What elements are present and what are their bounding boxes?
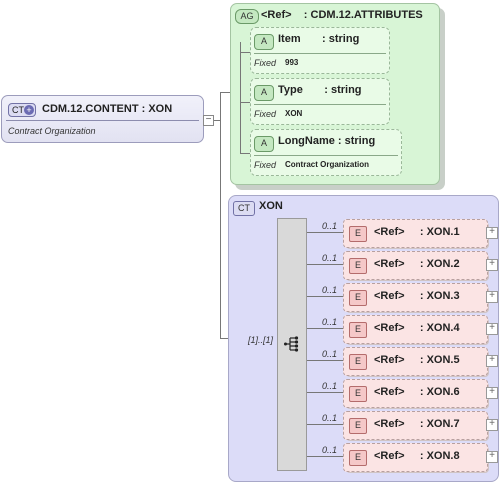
expand-plus-icon[interactable]: + <box>486 227 498 239</box>
element-badge: E <box>349 418 367 434</box>
attribute-group-badge: AG <box>235 9 259 24</box>
element-badge: E <box>349 354 367 370</box>
divider <box>6 120 199 121</box>
expand-plus-icon[interactable]: + <box>486 323 498 335</box>
connector-line <box>220 92 230 93</box>
connector-line <box>307 328 343 329</box>
element-badge: E <box>349 386 367 402</box>
connector-line <box>240 102 250 103</box>
connector-line <box>240 52 250 53</box>
element-multiplicity: 0..1 <box>322 349 338 359</box>
element-badge: E <box>349 290 367 306</box>
element-xon-7[interactable]: E <Ref> : XON.7 <box>343 411 488 440</box>
attribute-item[interactable]: A Item : string Fixed 993 <box>250 27 390 74</box>
element-badge: E <box>349 226 367 242</box>
connector-line <box>307 424 343 425</box>
root-type-name: CDM.12.CONTENT : XON <box>42 103 173 115</box>
expand-plus-icon[interactable]: + <box>486 451 498 463</box>
root-complex-type[interactable]: CT + CDM.12.CONTENT : XON Contract Organ… <box>1 95 204 143</box>
attribute-badge: A <box>254 34 274 50</box>
element-xon-5[interactable]: E <Ref> : XON.5 <box>343 347 488 376</box>
element-name: <Ref> : XON.4 <box>374 322 460 334</box>
expand-plus-icon[interactable]: + <box>486 419 498 431</box>
element-badge: E <box>349 450 367 466</box>
element-multiplicity: 0..1 <box>322 317 338 327</box>
element-name: <Ref> : XON.2 <box>374 258 460 270</box>
expand-plus-icon[interactable]: + <box>486 291 498 303</box>
attribute-longname[interactable]: A LongName : string Fixed Contract Organ… <box>250 129 402 176</box>
element-xon-3[interactable]: E <Ref> : XON.3 <box>343 283 488 312</box>
connector-line <box>220 92 221 338</box>
element-multiplicity: 0..1 <box>322 253 338 263</box>
connector-line <box>307 232 343 233</box>
element-multiplicity: 0..1 <box>322 381 338 391</box>
sequence-multiplicity: [1]..[1] <box>248 335 274 345</box>
element-name: <Ref> : XON.7 <box>374 418 460 430</box>
element-multiplicity: 0..1 <box>322 285 338 295</box>
divider <box>254 155 398 156</box>
element-multiplicity: 0..1 <box>322 445 338 455</box>
attribute-name: LongName : string <box>278 135 376 147</box>
attribute-badge: A <box>254 85 274 101</box>
element-badge: E <box>349 258 367 274</box>
element-name: <Ref> : XON.5 <box>374 354 460 366</box>
collapse-toggle[interactable]: − <box>203 115 214 126</box>
element-name: <Ref> : XON.1 <box>374 226 460 238</box>
complex-type-badge: CT <box>233 201 255 216</box>
connector-line <box>307 296 343 297</box>
element-name: <Ref> : XON.6 <box>374 386 460 398</box>
connector-line <box>240 153 250 154</box>
fixed-label: Fixed <box>254 58 277 68</box>
attribute-badge: A <box>254 136 274 152</box>
divider <box>254 104 386 105</box>
connector-line <box>240 42 241 154</box>
element-xon-4[interactable]: E <Ref> : XON.4 <box>343 315 488 344</box>
expand-plus-icon[interactable]: + <box>486 355 498 367</box>
element-xon-6[interactable]: E <Ref> : XON.6 <box>343 379 488 408</box>
expand-plus-icon[interactable]: + <box>486 259 498 271</box>
divider <box>254 53 386 54</box>
fixed-label: Fixed <box>254 160 277 170</box>
expand-plus-icon: + <box>24 105 34 115</box>
complex-type-badge: CT + <box>8 103 36 117</box>
root-documentation: Contract Organization <box>8 126 96 136</box>
element-badge: E <box>349 322 367 338</box>
expand-plus-icon[interactable]: + <box>486 387 498 399</box>
element-multiplicity: 0..1 <box>322 221 338 231</box>
attribute-name: Item : string <box>278 33 360 45</box>
fixed-value: Contract Organization <box>285 160 370 169</box>
fixed-label: Fixed <box>254 109 277 119</box>
element-multiplicity: 0..1 <box>322 413 338 423</box>
connector-line <box>307 392 343 393</box>
element-name: <Ref> : XON.8 <box>374 450 460 462</box>
element-xon-8[interactable]: E <Ref> : XON.8 <box>343 443 488 472</box>
attribute-type[interactable]: A Type : string Fixed XON <box>250 78 390 125</box>
element-xon-1[interactable]: E <Ref> : XON.1 <box>343 219 488 248</box>
element-xon-2[interactable]: E <Ref> : XON.2 <box>343 251 488 280</box>
fixed-value: XON <box>285 109 303 118</box>
complex-type-title: XON <box>259 200 283 212</box>
connector-line <box>307 264 343 265</box>
attribute-name: Type : string <box>278 84 362 96</box>
fixed-value: 993 <box>285 58 299 67</box>
sequence-icon <box>284 336 299 352</box>
connector-line <box>307 456 343 457</box>
attribute-group-title: <Ref> : CDM.12.ATTRIBUTES <box>261 9 423 21</box>
element-name: <Ref> : XON.3 <box>374 290 460 302</box>
connector-line <box>307 360 343 361</box>
